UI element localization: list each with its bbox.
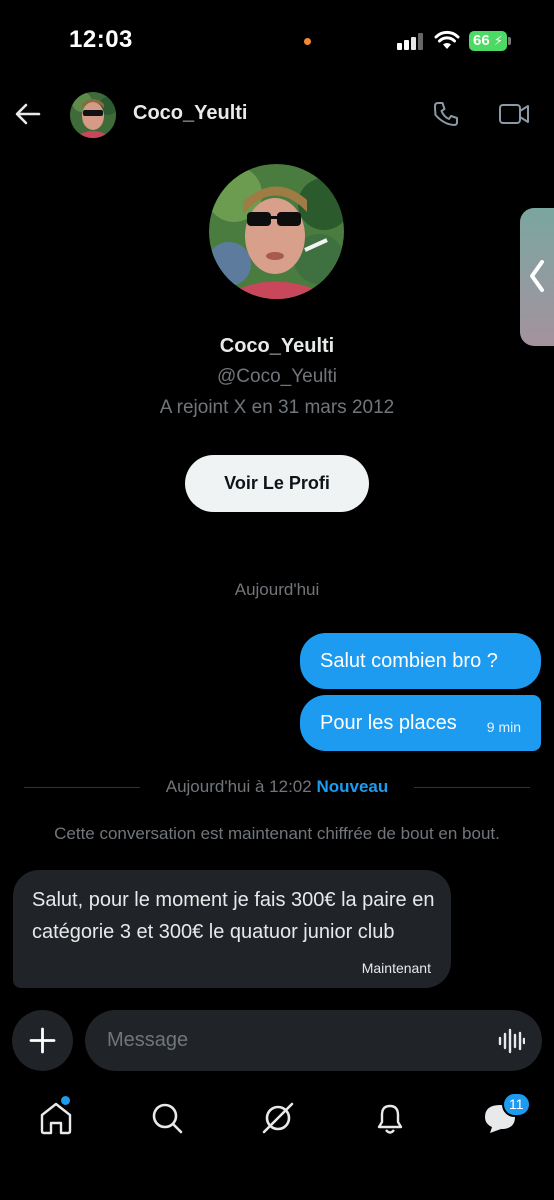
wifi-icon: [434, 30, 460, 55]
message-input[interactable]: [85, 1010, 542, 1071]
new-messages-separator: Aujourd'hui à 12:02 Nouveau: [24, 776, 530, 798]
home-icon: [40, 1102, 72, 1135]
profile-joined-date: A rejoint X en 31 mars 2012: [159, 397, 395, 418]
tab-messages[interactable]: 11: [480, 1092, 531, 1138]
message-text: Salut combien bro ?: [320, 650, 498, 672]
back-button[interactable]: [14, 100, 42, 128]
call-button[interactable]: [432, 100, 460, 133]
tab-search[interactable]: [147, 1098, 187, 1138]
video-camera-icon: [499, 104, 529, 124]
tab-home[interactable]: [36, 1096, 76, 1138]
battery-level: 66: [473, 32, 490, 49]
encryption-notice: Cette conversation est maintenant chiffr…: [54, 824, 500, 843]
search-icon: [152, 1103, 183, 1134]
arrow-left-icon: [15, 103, 41, 125]
plus-icon: [29, 1027, 56, 1054]
phone-icon: [434, 102, 458, 126]
unread-badge: 11: [502, 1092, 531, 1117]
avatar[interactable]: [70, 92, 116, 138]
day-separator: Aujourd'hui: [234, 580, 320, 599]
battery-icon: 66 ⚡: [469, 31, 511, 51]
message-time: Maintenant: [361, 960, 431, 976]
view-profile-button[interactable]: Voir Le Profi: [185, 455, 369, 512]
message-text: Pour les places: [320, 712, 457, 734]
tab-notifications[interactable]: [370, 1098, 410, 1138]
conversation-header: Coco_Yeulti: [0, 86, 554, 142]
message-time: 9 min: [486, 719, 521, 735]
outgoing-message[interactable]: Pour les places 9 min: [300, 695, 541, 751]
tab-grok[interactable]: [258, 1098, 298, 1138]
status-time: 12:03: [69, 26, 133, 53]
notification-dot: [61, 1096, 70, 1105]
status-bar: 12:03 66 ⚡: [0, 0, 554, 80]
separator-timestamp: Aujourd'hui à 12:02: [165, 777, 312, 796]
add-attachment-button[interactable]: [12, 1010, 73, 1071]
new-label: Nouveau: [316, 777, 389, 796]
side-panel-tab[interactable]: [520, 208, 554, 346]
chevron-left-icon: [530, 260, 544, 292]
profile-name: Coco_Yeulti: [219, 335, 335, 357]
bottom-tab-bar: 11: [0, 1090, 554, 1150]
charging-bolt-icon: ⚡: [493, 33, 503, 48]
profile-avatar[interactable]: [209, 164, 344, 299]
profile-handle: @Coco_Yeulti: [217, 366, 337, 387]
video-call-button[interactable]: [498, 101, 530, 132]
message-text: Salut, pour le moment je fais 300€ la pa…: [32, 889, 435, 943]
cellular-signal-icon: [397, 33, 425, 50]
incoming-message[interactable]: Salut, pour le moment je fais 300€ la pa…: [13, 870, 451, 988]
waveform-icon: [498, 1028, 526, 1054]
voice-message-button[interactable]: [497, 1027, 526, 1060]
privacy-indicator-dot: [304, 38, 311, 45]
bell-icon: [377, 1104, 403, 1134]
conversation-name[interactable]: Coco_Yeulti: [133, 102, 247, 125]
outgoing-message[interactable]: Salut combien bro ?: [300, 633, 541, 689]
grok-icon: [262, 1102, 294, 1134]
